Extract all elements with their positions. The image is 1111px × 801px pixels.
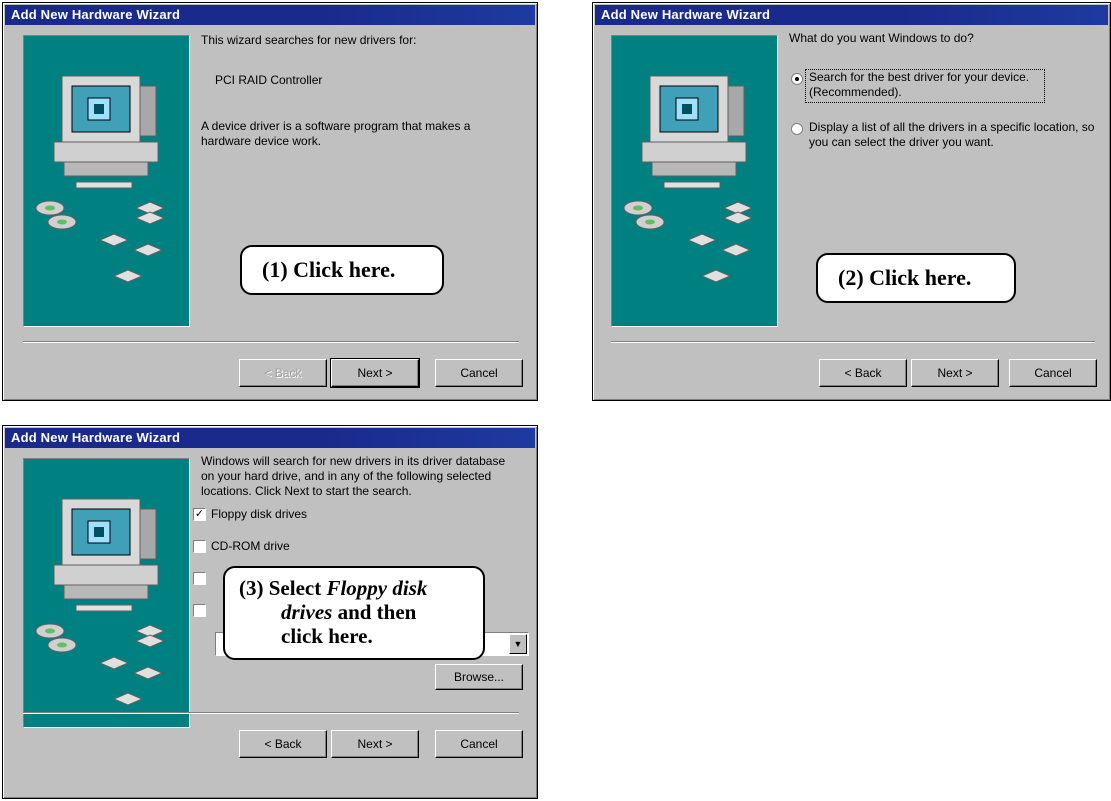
intro-text: Windows will search for new drivers in i… (201, 454, 506, 498)
next-button[interactable]: Next > (331, 730, 419, 758)
radio-search-best-driver[interactable] (791, 73, 803, 85)
separator (23, 341, 519, 343)
device-name: PCI RAID Controller (215, 73, 323, 87)
wizard-dialog-3: Add New Hardware Wizard Windows will sea… (2, 425, 538, 799)
question-text: What do you want Windows to do? (789, 31, 974, 45)
callout-step-1: (1) Click here. (240, 245, 444, 295)
description-text: A device driver is a software program th… (201, 119, 471, 148)
wizard-illustration (23, 458, 190, 728)
callout-text: and then (332, 600, 417, 624)
callout-text: (3) Select (239, 576, 327, 600)
callout-step-3: (3) Select Floppy disk drives and then c… (223, 566, 485, 660)
cancel-button[interactable]: Cancel (1009, 359, 1097, 387)
cancel-button[interactable]: Cancel (435, 359, 523, 387)
back-button[interactable]: < Back (239, 359, 327, 387)
floppy-checkbox[interactable]: ✓ (193, 508, 206, 521)
cancel-button[interactable]: Cancel (435, 730, 523, 758)
cdrom-label[interactable]: CD-ROM drive (211, 539, 290, 554)
computer-illustration-icon (35, 498, 166, 706)
intro-text: This wizard searches for new drivers for… (201, 33, 417, 47)
next-button[interactable]: Next > (911, 359, 999, 387)
callout-step-2: (2) Click here. (816, 253, 1016, 303)
callout-emphasis: Floppy disk (326, 576, 428, 600)
back-button[interactable]: < Back (819, 359, 907, 387)
callout-text: click here. (281, 624, 373, 648)
specify-location-checkbox[interactable] (193, 604, 206, 617)
option-display-label[interactable]: Display a list of all the drivers in a s… (809, 120, 1099, 150)
chevron-down-icon[interactable]: ▼ (509, 634, 527, 654)
floppy-label[interactable]: Floppy disk drives (211, 507, 307, 522)
browse-button[interactable]: Browse... (435, 664, 523, 690)
wizard-dialog-1: Add New Hardware Wizard This wizard sear… (2, 2, 538, 401)
separator (23, 712, 519, 714)
title-bar: Add New Hardware Wizard (5, 428, 535, 448)
radio-display-list[interactable] (791, 123, 803, 135)
next-button[interactable]: Next > (330, 358, 420, 388)
callout-emphasis: drives (281, 600, 333, 624)
cdrom-checkbox[interactable] (193, 540, 206, 553)
computer-illustration-icon (35, 75, 166, 283)
wizard-illustration (23, 35, 190, 327)
back-button[interactable]: < Back (239, 730, 327, 758)
title-bar: Add New Hardware Wizard (595, 5, 1108, 25)
wizard-dialog-2: Add New Hardware Wizard What do you want… (592, 2, 1111, 401)
wizard-illustration (611, 35, 778, 327)
option-search-label[interactable]: Search for the best driver for your devi… (809, 70, 1041, 100)
separator (611, 341, 1095, 343)
microsoft-update-checkbox[interactable] (193, 572, 206, 585)
computer-illustration-icon (623, 75, 754, 283)
title-bar: Add New Hardware Wizard (5, 5, 535, 25)
